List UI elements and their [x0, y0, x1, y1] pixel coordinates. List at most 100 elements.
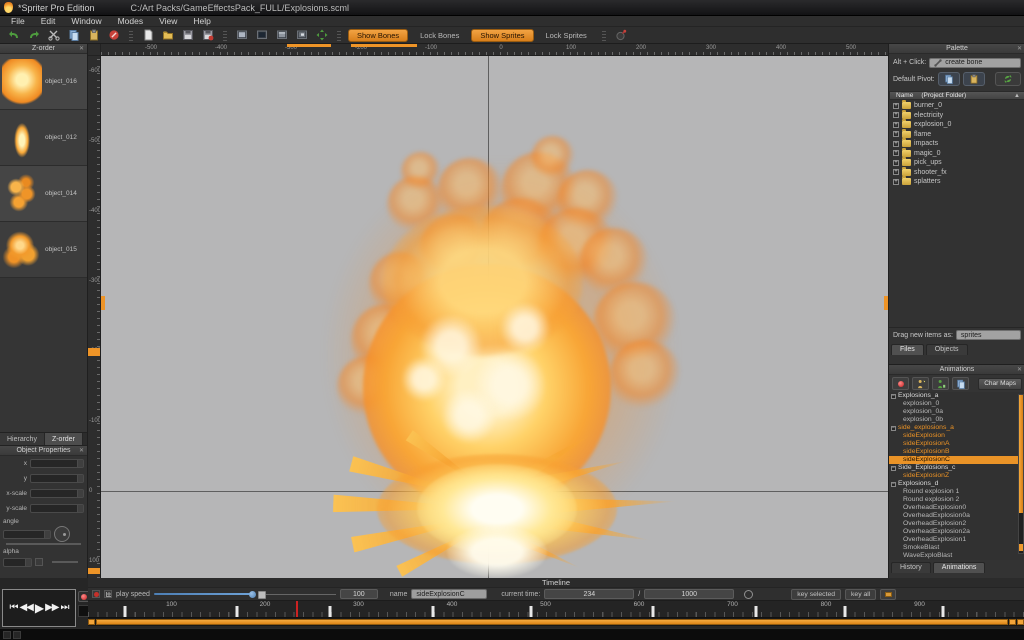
view-mode-3-button[interactable]: [274, 29, 290, 42]
animation-item-explosion_0a[interactable]: explosion_0a: [889, 408, 1024, 416]
animation-item-sideExplosionB[interactable]: sideExplosionB: [889, 448, 1024, 456]
copy-animation-button[interactable]: [952, 377, 969, 390]
scroll-left-cap[interactable]: [88, 619, 95, 625]
animation-group-Side_Explosions_c[interactable]: −Side_Explosions_c: [889, 464, 1024, 472]
file-tree-header[interactable]: Name (Project Folder) ▲: [889, 91, 1024, 100]
view-mode-2-button[interactable]: [254, 29, 270, 42]
animations-header[interactable]: Animations ✕: [889, 365, 1024, 375]
open-file-button[interactable]: [160, 29, 176, 42]
menu-edit[interactable]: Edit: [34, 16, 63, 26]
keyframe-tick[interactable]: [432, 606, 435, 617]
keyframe-tick[interactable]: [329, 606, 332, 617]
animation-item-OverheadExplosion2a[interactable]: OverheadExplosion2a: [889, 528, 1024, 536]
go-to-start-button[interactable]: ⏮: [9, 603, 17, 613]
keyframe-tick[interactable]: [235, 606, 238, 617]
menu-file[interactable]: File: [4, 16, 32, 26]
animation-item-WaveExploBlast[interactable]: WaveExploBlast: [889, 552, 1024, 560]
explosion-sprite[interactable]: [101, 56, 888, 578]
prop-alpha-input[interactable]: [3, 558, 32, 567]
playhead[interactable]: [296, 601, 298, 617]
duplicate-animation-button[interactable]: [932, 377, 949, 390]
key-selected-button[interactable]: key selected: [791, 589, 841, 600]
animations-close-icon[interactable]: ✕: [1017, 367, 1022, 373]
delete-button[interactable]: [106, 29, 122, 42]
redo-button[interactable]: [26, 29, 42, 42]
keyframe-tick[interactable]: [843, 606, 846, 617]
current-time-input[interactable]: 234: [544, 589, 634, 599]
record-animation-button[interactable]: [892, 377, 909, 390]
menu-modes[interactable]: Modes: [111, 16, 151, 26]
tab-zorder[interactable]: Z-order: [45, 433, 83, 445]
undo-button[interactable]: [6, 29, 22, 42]
snapping-grid-button[interactable]: [104, 590, 112, 598]
status-right-button[interactable]: [13, 631, 21, 639]
animation-item-OverheadExplosion2[interactable]: OverheadExplosion2: [889, 520, 1024, 528]
animation-canvas[interactable]: [101, 56, 888, 578]
tab-history[interactable]: History: [891, 562, 931, 573]
alpha-toggle[interactable]: [35, 558, 43, 566]
next-frame-button[interactable]: ▶▶: [45, 603, 58, 613]
folder-row-impacts[interactable]: +impacts: [889, 139, 1024, 149]
folder-row-splatters[interactable]: +splatters: [889, 177, 1024, 187]
timeline-ruler[interactable]: 100200300400500600700800900: [88, 601, 1024, 618]
animation-item-SmokeBlast[interactable]: SmokeBlast: [889, 544, 1024, 552]
expand-icon[interactable]: +: [893, 122, 899, 128]
zorder-item-object_012[interactable]: object_012: [0, 110, 87, 166]
expand-icon[interactable]: +: [893, 169, 899, 175]
folder-row-flame[interactable]: +flame: [889, 130, 1024, 140]
zorder-item-object_016[interactable]: object_016: [0, 54, 87, 110]
object-properties-header[interactable]: Object Properties ✕: [0, 446, 87, 456]
zorder-item-object_015[interactable]: object_015: [0, 222, 87, 278]
keyframe-tick[interactable]: [652, 606, 655, 617]
scrollbar-bar[interactable]: [96, 619, 1008, 625]
menu-window[interactable]: Window: [64, 16, 108, 26]
new-file-button[interactable]: [140, 29, 156, 42]
prop-y-input[interactable]: [30, 474, 84, 483]
lock-sprites-button[interactable]: Lock Sprites: [538, 29, 595, 42]
prop-yscale-input[interactable]: [30, 504, 84, 513]
view-mode-1-button[interactable]: [234, 29, 250, 42]
scrollbar-end[interactable]: [1019, 544, 1023, 551]
expand-icon[interactable]: +: [893, 141, 899, 147]
keyframe-tick[interactable]: [754, 606, 757, 617]
loop-playback-icon[interactable]: [744, 590, 753, 599]
animation-item-OverheadExplosion1[interactable]: OverheadExplosion1: [889, 536, 1024, 544]
timeline-scrollbar[interactable]: [88, 618, 1024, 626]
animation-item-sideExplosionZ[interactable]: sideExplosionZ: [889, 472, 1024, 480]
zorder-panel-header[interactable]: Z-order ✕: [0, 44, 87, 54]
animation-item-explosion_0[interactable]: explosion_0: [889, 400, 1024, 408]
animation-group-Explosions_a[interactable]: −Explosions_a: [889, 392, 1024, 400]
menu-view[interactable]: View: [152, 16, 184, 26]
pivot-copy-button[interactable]: [938, 72, 960, 86]
view-mode-4-button[interactable]: [294, 29, 310, 42]
animation-item-sideExplosionA[interactable]: sideExplosionA: [889, 440, 1024, 448]
show-sprites-button[interactable]: Show Sprites: [471, 29, 533, 42]
animation-group-Explosions_d[interactable]: −Explosions_d: [889, 480, 1024, 488]
tab-objects[interactable]: Objects: [926, 344, 968, 355]
folder-row-pick_ups[interactable]: +pick_ups: [889, 158, 1024, 168]
collapse-icon[interactable]: −: [891, 426, 896, 431]
save-as-button[interactable]: [200, 29, 216, 42]
copy-button[interactable]: [66, 29, 82, 42]
key-all-button[interactable]: key all: [845, 589, 876, 600]
animation-item-explosion_0b[interactable]: explosion_0b: [889, 416, 1024, 424]
collapse-icon[interactable]: −: [891, 482, 896, 487]
prop-angle-input[interactable]: [3, 530, 51, 539]
zorder-close-icon[interactable]: ✕: [79, 46, 84, 52]
scroll-right-cap[interactable]: [1009, 619, 1016, 625]
folder-row-shooter_fx[interactable]: +shooter_fx: [889, 168, 1024, 178]
expand-icon[interactable]: +: [893, 179, 899, 185]
new-animation-button[interactable]: [912, 377, 929, 390]
expand-icon[interactable]: +: [893, 112, 899, 118]
keyframe-tick[interactable]: [123, 606, 126, 617]
scroll-right-cap2[interactable]: [1017, 619, 1024, 625]
scrollbar-thumb[interactable]: [1019, 395, 1023, 513]
keyframe-options-button[interactable]: [880, 589, 896, 600]
animation-item-sideExplosion[interactable]: sideExplosion: [889, 432, 1024, 440]
tab-hierarchy[interactable]: Hierarchy: [0, 433, 45, 445]
animation-name-input[interactable]: sideExplosionC: [411, 589, 487, 599]
angle-dial[interactable]: [54, 526, 70, 542]
fit-view-button[interactable]: [314, 29, 330, 42]
status-left-button[interactable]: [3, 631, 11, 639]
paste-button[interactable]: [86, 29, 102, 42]
